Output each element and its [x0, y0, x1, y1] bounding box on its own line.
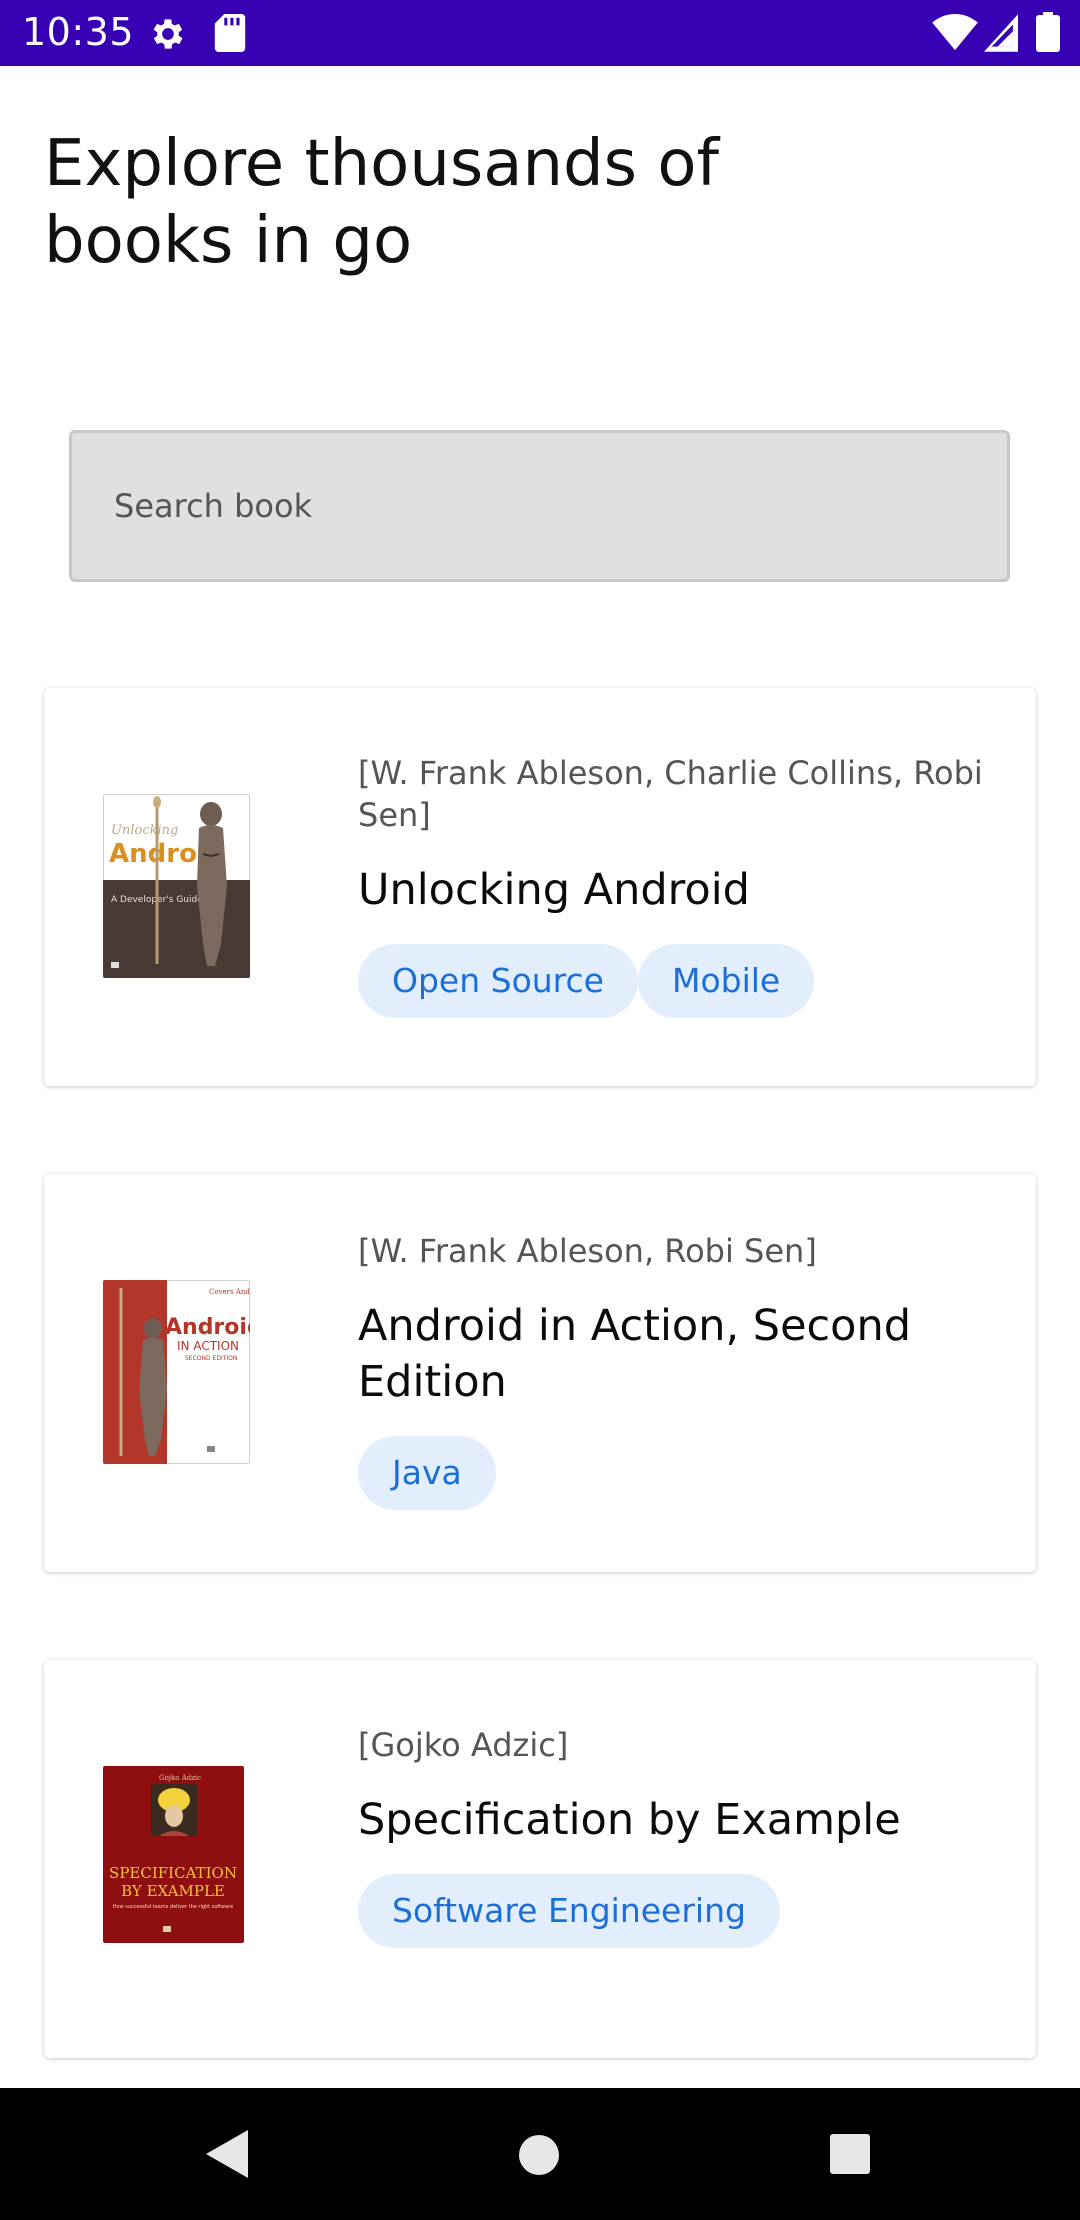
navigation-bar — [0, 2088, 1080, 2220]
book-cover-image: Unlocking Android A Developer's Guide — [103, 794, 250, 978]
search-input[interactable] — [72, 433, 1007, 579]
book-tags: Software Engineering — [358, 1874, 996, 1948]
book-cover-image: Covers Android 2 Android IN ACTION SECON… — [103, 1280, 250, 1464]
svg-text:How successful teams deliver t: How successful teams deliver the right s… — [113, 1904, 233, 1910]
battery-icon — [1036, 12, 1060, 52]
recent-apps-icon[interactable] — [829, 2133, 871, 2175]
book-authors: [W. Frank Ableson, Robi Sen] — [358, 1232, 817, 1270]
svg-text:Android: Android — [165, 1315, 250, 1340]
svg-text:SECOND EDITION: SECOND EDITION — [185, 1355, 237, 1362]
page-title: Explore thousands of books in go — [44, 126, 764, 280]
book-card[interactable]: Unlocking Android A Developer's Guide [W… — [44, 688, 1036, 1086]
signal-icon — [984, 14, 1018, 52]
search-box — [69, 430, 1010, 582]
svg-text:Gojko Adzic: Gojko Adzic — [159, 1774, 201, 1782]
home-icon[interactable] — [518, 2134, 560, 2176]
book-info: [W. Frank Ableson, Charlie Collins, Robi… — [358, 752, 996, 1018]
book-card[interactable]: Gojko Adzic SPECIFICATION BY EXAMPLE How… — [44, 1660, 1036, 2058]
wifi-icon — [932, 14, 978, 51]
book-info: [W. Frank Ableson, Robi Sen] Android in … — [358, 1230, 996, 1510]
book-info: [Gojko Adzic] Specification by Example S… — [358, 1724, 996, 1948]
sd-card-icon — [214, 14, 246, 52]
page-title-line-1: Explore thousands of — [44, 127, 719, 201]
tag-chip[interactable]: Java — [358, 1436, 496, 1510]
svg-text:IN ACTION: IN ACTION — [177, 1339, 239, 1353]
tag-chip[interactable]: Open Source — [358, 944, 638, 1018]
svg-text:Covers Android 2: Covers Android 2 — [209, 1288, 250, 1296]
back-icon[interactable] — [204, 2128, 250, 2180]
status-time: 10:35 — [22, 10, 135, 54]
book-card[interactable]: Covers Android 2 Android IN ACTION SECON… — [44, 1174, 1036, 1572]
svg-text:Unlocking: Unlocking — [111, 823, 178, 838]
book-title: Unlocking Android — [358, 865, 750, 915]
book-title: Specification by Example — [358, 1795, 901, 1845]
book-authors: [W. Frank Ableson, Charlie Collins, Robi… — [358, 754, 983, 834]
tag-chip[interactable]: Software Engineering — [358, 1874, 780, 1948]
book-authors: [Gojko Adzic] — [358, 1726, 569, 1764]
book-title: Android in Action, Second Edition — [358, 1301, 912, 1407]
book-tags: Open Source Mobile — [358, 944, 996, 1018]
status-bar: 10:35 — [0, 0, 1080, 66]
svg-text:SPECIFICATION: SPECIFICATION — [109, 1864, 237, 1882]
page-title-line-2: books in go — [44, 204, 413, 278]
tag-chip[interactable]: Mobile — [637, 944, 815, 1018]
gear-icon — [153, 19, 183, 49]
book-tags: Java — [358, 1436, 996, 1510]
book-cover-image: Gojko Adzic SPECIFICATION BY EXAMPLE How… — [103, 1766, 244, 1943]
svg-text:BY EXAMPLE: BY EXAMPLE — [121, 1882, 225, 1900]
